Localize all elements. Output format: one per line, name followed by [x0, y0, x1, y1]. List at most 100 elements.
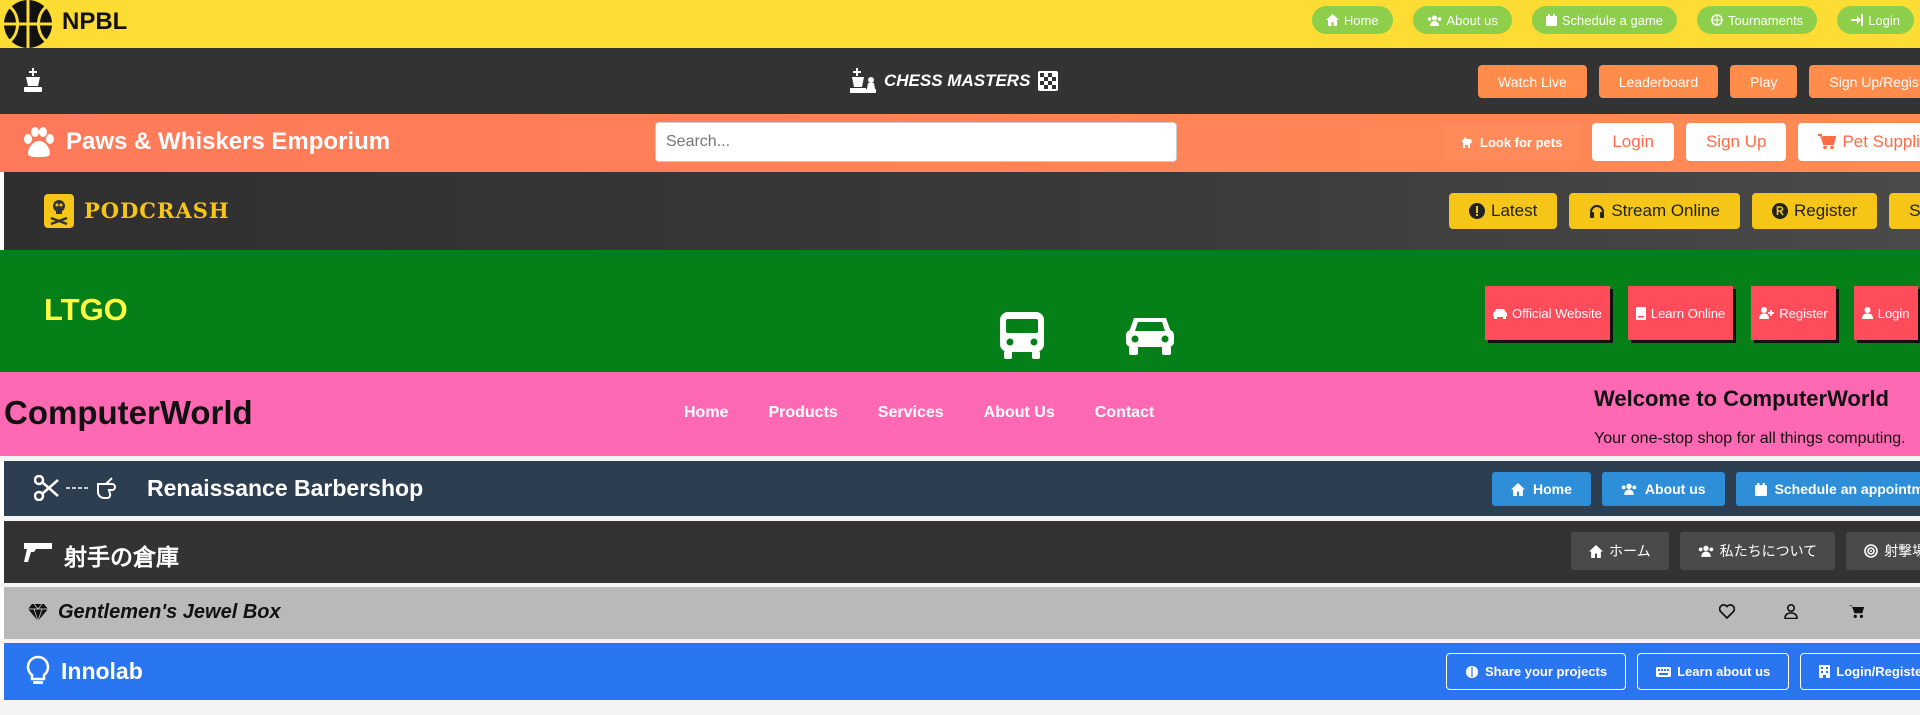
sign-button[interactable]: Sign	[1889, 193, 1920, 229]
play-button[interactable]: Play	[1730, 65, 1798, 98]
nav-tournaments-button[interactable]: Tournaments	[1697, 6, 1818, 34]
main-nav: Home Products Services About Us Contact	[684, 404, 1154, 422]
nav-about-link[interactable]: About Us	[984, 404, 1055, 422]
nav-products-link[interactable]: Products	[768, 404, 837, 422]
welcome-heading: Welcome to ComputerWorld	[1594, 386, 1889, 411]
site-title: NPBL	[62, 8, 128, 35]
nav-label: Look for pets	[1480, 134, 1563, 150]
nav-label: Stream Online	[1611, 201, 1720, 220]
ltgo-header: LTGO Official Website Learn Online Regis…	[0, 250, 1920, 372]
latest-button[interactable]: Latest	[1449, 193, 1558, 229]
about-button[interactable]: 私たちについて	[1679, 532, 1836, 570]
nav-label: About us	[1446, 12, 1498, 28]
share-projects-button[interactable]: Share your projects	[1446, 653, 1627, 690]
main-nav: Official Website Learn Online Register L…	[1485, 286, 1918, 340]
chess-king-icon[interactable]	[22, 68, 44, 92]
range-button[interactable]: 射撃場	[1846, 532, 1920, 570]
barber-logo	[34, 475, 124, 501]
exclamation-icon	[1469, 203, 1485, 219]
paw-icon	[22, 126, 56, 158]
main-nav: Home About us Schedule a game Tournament…	[1311, 6, 1914, 34]
about-button[interactable]: About us	[1601, 472, 1725, 506]
login-button[interactable]: Login	[1592, 123, 1674, 161]
search-input[interactable]	[655, 122, 1177, 162]
login-button[interactable]: Login	[1853, 286, 1918, 340]
signup-button[interactable]: Sign Up	[1685, 123, 1787, 161]
car-icon	[1124, 312, 1176, 356]
nav-home-button[interactable]: Home	[1311, 6, 1393, 34]
home-button[interactable]: ホーム	[1571, 532, 1669, 570]
basketball-logo-icon	[2, 0, 54, 48]
main-nav: Home About us Schedule an appointment	[1492, 472, 1920, 506]
users-icon	[1698, 545, 1714, 557]
nav-label: Home	[1533, 481, 1572, 497]
headphones-icon	[1589, 203, 1605, 219]
npbl-header: NPBL Home About us Schedule a game Tourn…	[0, 0, 1920, 48]
gem-icon	[28, 604, 48, 621]
heart-icon[interactable]	[1719, 604, 1735, 619]
brain-icon	[1465, 665, 1479, 679]
user-icon	[1861, 307, 1873, 319]
barbershop-header: Renaissance Barbershop Home About us Sch…	[0, 461, 1920, 516]
official-website-button[interactable]: Official Website	[1485, 286, 1610, 340]
cart-icon[interactable]	[1849, 604, 1865, 619]
home-icon	[1511, 482, 1525, 496]
site-title: Innolab	[61, 658, 143, 684]
hand-icon	[96, 476, 124, 500]
look-for-pets-button[interactable]: Look for pets	[1442, 123, 1581, 161]
watch-live-button[interactable]: Watch Live	[1478, 65, 1587, 98]
basketball-icon	[1711, 14, 1723, 26]
home-icon	[1325, 14, 1339, 26]
nav-label: Schedule a game	[1561, 12, 1664, 28]
chess-pieces-icon	[850, 68, 876, 94]
register-button[interactable]: Register	[1751, 286, 1836, 340]
innolab-header: Innolab Share your projects Learn about …	[0, 643, 1920, 700]
login-icon	[1851, 14, 1864, 26]
paws-header: Paws & Whiskers Emporium Look for pets L…	[0, 114, 1920, 172]
nav-label: Home	[1343, 12, 1379, 28]
home-button[interactable]: Home	[1492, 472, 1591, 506]
cart-icon	[1818, 134, 1837, 150]
nav-schedule-button[interactable]: Schedule a game	[1531, 6, 1678, 34]
nav-label: Login	[1877, 305, 1910, 321]
pet-supplies-button[interactable]: Pet Supplies	[1798, 123, 1920, 161]
signup-button[interactable]: Sign Up/Register	[1809, 65, 1920, 98]
stream-online-button[interactable]: Stream Online	[1569, 193, 1740, 229]
learn-about-button[interactable]: Learn about us	[1637, 653, 1790, 690]
jewel-header: Gentlemen's Jewel Box	[0, 587, 1920, 639]
main-nav: ホーム 私たちについて 射撃場	[1571, 532, 1920, 570]
nav-label: Login/Register	[1836, 664, 1920, 679]
users-icon	[1427, 15, 1442, 26]
site-title: PODCRASH	[84, 198, 230, 223]
calendar-icon	[1754, 482, 1767, 496]
tagline: Your one-stop shop for all things comput…	[1594, 430, 1906, 447]
main-nav: Share your projects Learn about us Login…	[1446, 653, 1920, 690]
nav-label: Learn about us	[1677, 664, 1771, 679]
nav-label: About us	[1644, 481, 1706, 497]
nav-home-link[interactable]: Home	[684, 404, 728, 422]
nav-label: 射撃場	[1884, 543, 1920, 559]
dog-icon	[1460, 135, 1474, 149]
nav-login-button[interactable]: Login	[1837, 6, 1914, 34]
register-button[interactable]: Register	[1751, 193, 1878, 229]
site-title: Gentlemen's Jewel Box	[58, 601, 281, 623]
building-icon	[1819, 665, 1831, 678]
nav-label: Login	[1868, 12, 1900, 28]
nav-label: Latest	[1491, 201, 1538, 220]
nav-contact-link[interactable]: Contact	[1095, 404, 1155, 422]
login-register-button[interactable]: Login/Register	[1800, 653, 1920, 690]
schedule-button[interactable]: Schedule an appointment	[1735, 472, 1920, 506]
leaderboard-button[interactable]: Leaderboard	[1598, 65, 1719, 98]
nav-label: Pet Supplies	[1842, 132, 1920, 151]
nav-about-button[interactable]: About us	[1412, 6, 1512, 34]
podcrash-header: PODCRASH Latest Stream Online Register S…	[0, 172, 1920, 250]
nav-label: Register	[1793, 201, 1858, 220]
shooter-header: 射手の倉庫 ホーム 私たちについて 射撃場	[0, 521, 1920, 583]
skull-book-icon	[44, 194, 74, 228]
learn-online-button[interactable]: Learn Online	[1627, 286, 1734, 340]
gun-icon	[24, 541, 52, 563]
user-icon[interactable]	[1784, 604, 1798, 619]
nav-services-link[interactable]: Services	[878, 404, 944, 422]
nav-label: 私たちについて	[1719, 543, 1818, 559]
nav-label: Register	[1779, 305, 1828, 321]
